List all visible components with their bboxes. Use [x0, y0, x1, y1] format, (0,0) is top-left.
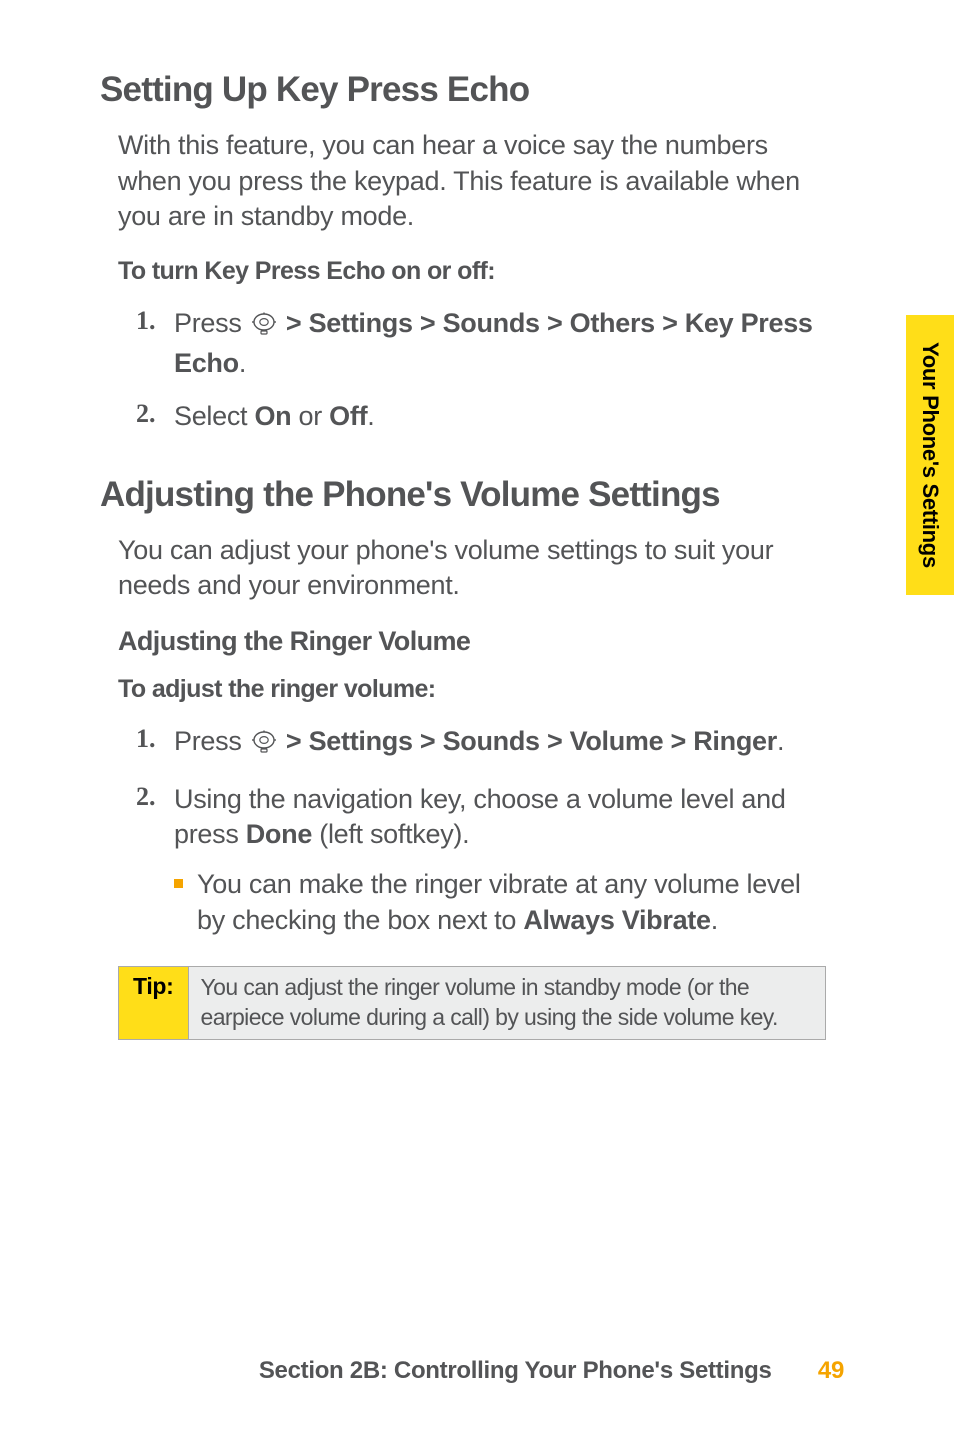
- step-body: Press > Settings > Sounds > Others > Key…: [174, 306, 826, 381]
- step-option-on: On: [254, 401, 291, 431]
- heading-key-press-echo: Setting Up Key Press Echo: [100, 70, 844, 110]
- step-path: > Settings > Sounds > Volume > Ringer: [286, 726, 777, 756]
- step-item: 2. Using the navigation key, choose a vo…: [118, 782, 826, 949]
- nav-key-icon: [251, 310, 277, 346]
- steps-key-press-echo: 1. Press > Settings > Sounds > Others > …: [118, 306, 826, 435]
- tip-label: Tip:: [119, 967, 189, 1039]
- bullet-body: You can make the ringer vibrate at any v…: [197, 867, 826, 938]
- step-item: 1. Press > Settings > Sounds > Others > …: [118, 306, 826, 381]
- step-item: 2. Select On or Off.: [118, 399, 826, 435]
- step-suffix: .: [239, 348, 246, 378]
- step-text: or: [291, 401, 329, 431]
- sub-bullet-item: You can make the ringer vibrate at any v…: [174, 867, 826, 938]
- step-number: 2.: [118, 399, 174, 429]
- tip-box: Tip: You can adjust the ringer volume in…: [118, 966, 826, 1040]
- intro-volume-settings: You can adjust your phone's volume setti…: [118, 533, 826, 604]
- bullet-square-icon: [174, 879, 183, 888]
- bullet-bold: Always Vibrate: [523, 905, 710, 935]
- step-body: Using the navigation key, choose a volum…: [174, 782, 826, 949]
- step-suffix: .: [777, 726, 784, 756]
- step-number: 1.: [118, 724, 174, 754]
- sub-bullets: You can make the ringer vibrate at any v…: [174, 867, 826, 938]
- steps-ringer-volume: 1. Press > Settings > Sounds > Volume > …: [118, 724, 826, 948]
- page-number: 49: [818, 1357, 844, 1384]
- lead-in-key-press-echo: To turn Key Press Echo on or off:: [118, 257, 826, 286]
- lead-in-ringer-volume: To adjust the ringer volume:: [118, 675, 826, 704]
- step-suffix: .: [367, 401, 374, 431]
- step-text: Press: [174, 308, 249, 338]
- step-text: (left softkey).: [312, 819, 469, 849]
- step-text: Press: [174, 726, 249, 756]
- step-text: Select: [174, 401, 254, 431]
- footer-text: Section 2B: Controlling Your Phone's Set…: [259, 1357, 772, 1384]
- bullet-text: .: [711, 905, 718, 935]
- subheading-ringer-volume: Adjusting the Ringer Volume: [118, 626, 826, 657]
- intro-key-press-echo: With this feature, you can hear a voice …: [118, 128, 826, 235]
- tip-body: You can adjust the ringer volume in stan…: [189, 967, 825, 1039]
- step-option-off: Off: [329, 401, 367, 431]
- page-content: Setting Up Key Press Echo With this feat…: [0, 0, 954, 1431]
- page-footer: Section 2B: Controlling Your Phone's Set…: [100, 1357, 844, 1385]
- step-body: Press > Settings > Sounds > Volume > Rin…: [174, 724, 826, 764]
- step-number: 1.: [118, 306, 174, 336]
- heading-volume-settings: Adjusting the Phone's Volume Settings: [100, 475, 844, 515]
- step-number: 2.: [118, 782, 174, 812]
- step-item: 1. Press > Settings > Sounds > Volume > …: [118, 724, 826, 764]
- step-body: Select On or Off.: [174, 399, 826, 435]
- nav-key-icon: [251, 728, 277, 764]
- step-bold: Done: [246, 819, 312, 849]
